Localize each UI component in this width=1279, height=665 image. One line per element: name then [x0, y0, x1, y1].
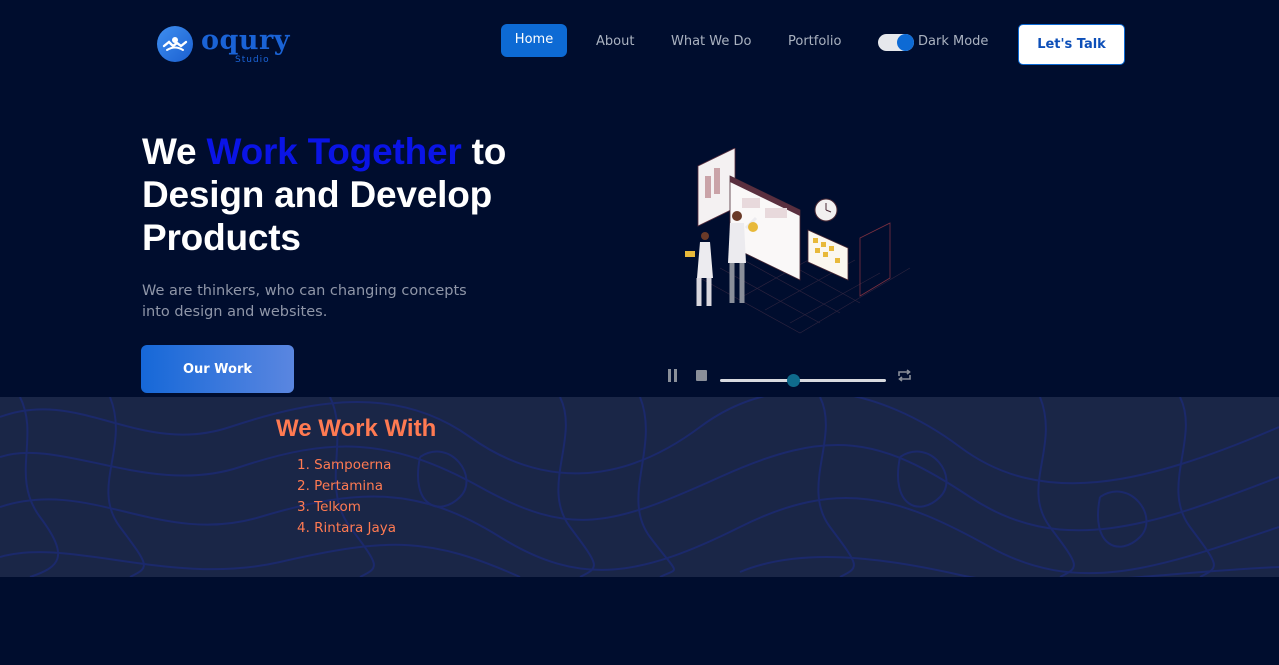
- client-item: 2. Pertamina: [297, 478, 383, 494]
- client-item: 3. Telkom: [297, 499, 361, 515]
- brand-logo[interactable]: oqury Studio: [157, 25, 290, 66]
- client-item: 1. Sampoerna: [297, 457, 392, 473]
- team-illustration: [685, 148, 911, 334]
- toggle-knob: [897, 34, 914, 51]
- loop-icon[interactable]: [896, 367, 913, 384]
- dark-mode-label: Dark Mode: [918, 34, 989, 49]
- hero-title-pre: We: [142, 131, 207, 172]
- client-item: 4. Rintara Jaya: [297, 520, 397, 536]
- logo-text: oqury Studio: [201, 25, 290, 66]
- nav-portfolio-link[interactable]: Portfolio: [788, 34, 841, 49]
- stop-icon[interactable]: [696, 370, 707, 381]
- pause-icon[interactable]: [667, 369, 678, 382]
- brand-name: oqury: [201, 25, 290, 56]
- client-list: 1. Sampoerna 2. Pertamina 3. Telkom 4. R…: [297, 455, 396, 539]
- our-work-button[interactable]: Our Work: [141, 345, 294, 393]
- nav-what-we-do-link[interactable]: What We Do: [671, 34, 751, 49]
- nav-about-link[interactable]: About: [596, 34, 634, 49]
- brand-sub: Studio: [235, 55, 270, 65]
- dark-mode-toggle[interactable]: [878, 34, 914, 51]
- work-with-section: We Work With 1. Sampoerna 2. Pertamina 3…: [0, 397, 1279, 577]
- hero-subtitle: We are thinkers, who can changing concep…: [142, 283, 467, 320]
- seek-knob[interactable]: [786, 374, 800, 387]
- hero-title-accent: Work Together: [206, 131, 462, 172]
- topographic-pattern: [0, 397, 1279, 577]
- hero-title: We Work Together to Design and Develop P…: [142, 130, 582, 259]
- work-with-title: We Work With: [276, 415, 437, 442]
- seek-track[interactable]: [720, 379, 886, 382]
- logo-icon: [157, 26, 193, 62]
- nav-home-link[interactable]: Home: [501, 24, 567, 57]
- lets-talk-button[interactable]: Let's Talk: [1018, 24, 1125, 65]
